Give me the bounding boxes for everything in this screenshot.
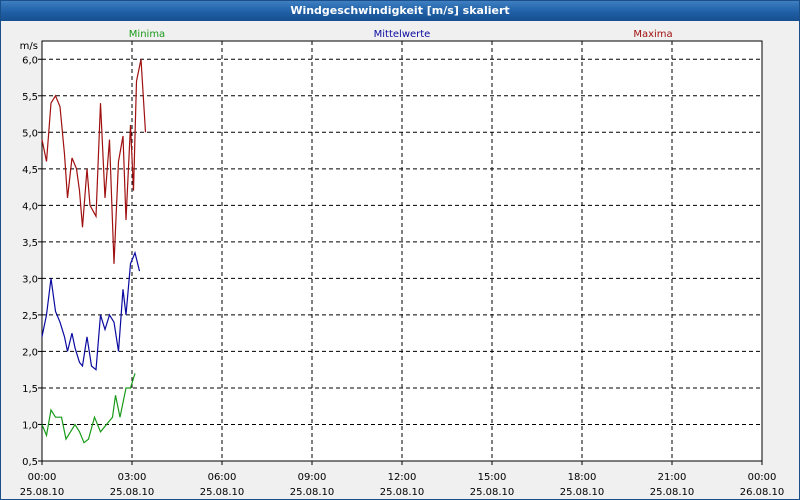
y-tick-label: 6,0: [22, 55, 38, 66]
y-tick-label: 0,5: [22, 457, 38, 468]
x-tick-date-label: 25.08.10: [470, 487, 515, 498]
x-tick-date-label: 25.08.10: [650, 487, 695, 498]
legend-entry-maxima: Maxima: [633, 29, 672, 40]
x-tick-date-label: 25.08.10: [110, 487, 155, 498]
y-axis-label: m/s: [20, 41, 38, 52]
y-tick-label: 2,0: [22, 347, 38, 358]
x-tick-date-label: 25.08.10: [290, 487, 335, 498]
chart-svg: 0,5 1,0 1,5 2,0 2,5 3,0 3,5 4,0 4,5 5,0 5,5 6,0 00:0…: [20, 29, 785, 498]
x-tick-date-label: 25.08.10: [560, 487, 605, 498]
y-tick-label: 1,5: [22, 384, 38, 395]
y-tick-label: 5,0: [22, 128, 38, 139]
x-tick-time-label: 15:00: [478, 472, 507, 483]
x-tick-time-label: 12:00: [388, 472, 417, 483]
chart-window: Windgeschwindigkeit [m/s] skaliert 0,5 1,…: [0, 0, 800, 500]
y-tick-label: 4,0: [22, 201, 38, 212]
x-tick-time-label: 03:00: [118, 472, 147, 483]
x-tick-date-label: 25.08.10: [20, 487, 65, 498]
legend-entry-minima: Minima: [129, 29, 165, 40]
x-tick-time-label: 21:00: [658, 472, 687, 483]
y-tick-label: 3,5: [22, 238, 38, 249]
x-tick-time-label: 06:00: [208, 472, 237, 483]
x-tick-date-label: 26.08.10: [740, 487, 785, 498]
y-tick-label: 5,5: [22, 92, 38, 103]
legend-entry-mittelwerte: Mittelwerte: [374, 29, 431, 40]
x-tick-date-label: 25.08.10: [380, 487, 425, 498]
x-tick-time-label: 09:00: [298, 472, 327, 483]
x-tick-date-label: 25.08.10: [200, 487, 245, 498]
y-tick-label: 3,0: [22, 274, 38, 285]
x-tick-time-label: 00:00: [748, 472, 777, 483]
x-tick-time-label: 18:00: [568, 472, 597, 483]
y-tick-label: 2,5: [22, 311, 38, 322]
y-tick-label: 1,0: [22, 420, 38, 431]
y-tick-label: 4,5: [22, 165, 38, 176]
x-tick-time-label: 00:00: [28, 472, 57, 483]
